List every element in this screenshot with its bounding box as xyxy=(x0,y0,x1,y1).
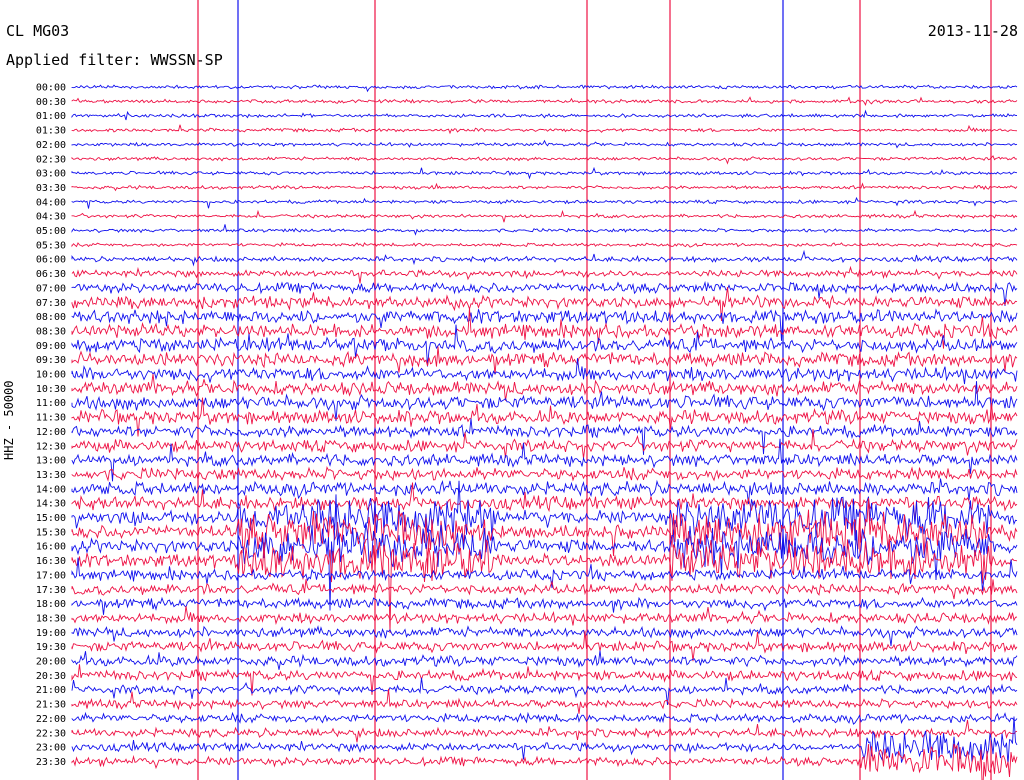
trace-row xyxy=(71,242,1018,248)
row-tick-label: 20:00 xyxy=(36,657,66,668)
trace-row xyxy=(71,124,1018,135)
row-tick-label: 19:30 xyxy=(36,642,66,653)
trace-row xyxy=(71,308,1018,341)
trace-row xyxy=(71,249,1018,267)
trace-row xyxy=(71,688,1018,714)
row-tick-label: 00:00 xyxy=(36,83,66,94)
row-tick-label: 12:00 xyxy=(36,427,66,438)
row-tick-label: 14:30 xyxy=(36,499,66,510)
trace-row xyxy=(71,373,1018,401)
row-tick-label: 22:00 xyxy=(36,714,66,725)
trace-row xyxy=(71,743,1018,780)
row-tick-label: 18:30 xyxy=(36,613,66,624)
row-tick-label: 04:30 xyxy=(36,212,66,223)
trace-row xyxy=(71,711,1018,725)
row-tick-label: 15:30 xyxy=(36,527,66,538)
row-tick-label: 08:00 xyxy=(36,312,66,323)
row-tick-label: 05:30 xyxy=(36,240,66,251)
row-tick-label: 04:00 xyxy=(36,197,66,208)
trace-row xyxy=(71,478,1018,505)
row-tick-label: 10:00 xyxy=(36,370,66,381)
row-tick-label: 13:30 xyxy=(36,470,66,481)
row-tick-label: 11:00 xyxy=(36,398,66,409)
trace-row xyxy=(71,664,1018,696)
trace-row xyxy=(71,397,1018,437)
trace-row xyxy=(71,579,1018,600)
row-tick-label: 19:00 xyxy=(36,628,66,639)
row-tick-label: 14:00 xyxy=(36,484,66,495)
trace-row xyxy=(71,196,1018,209)
row-tick-label: 23:30 xyxy=(36,757,66,768)
trace-row xyxy=(71,677,1018,705)
row-tick-label: 15:00 xyxy=(36,513,66,524)
trace-row xyxy=(71,139,1018,149)
row-tick-label: 23:00 xyxy=(36,743,66,754)
row-tick-label: 09:30 xyxy=(36,355,66,366)
trace-row xyxy=(71,307,1018,349)
row-tick-labels: 00:00 00:30 01:00 01:30 02:00 02:30 03:00 03:30… xyxy=(36,83,66,768)
row-tick-label: 22:30 xyxy=(36,728,66,739)
trace-rows xyxy=(71,84,1018,780)
row-tick-label: 20:30 xyxy=(36,671,66,682)
trace-row xyxy=(71,166,1018,180)
row-tick-label: 10:30 xyxy=(36,384,66,395)
row-tick-label: 03:00 xyxy=(36,169,66,180)
row-tick-label: 17:30 xyxy=(36,585,66,596)
trace-row xyxy=(71,155,1017,165)
row-tick-label: 13:00 xyxy=(36,456,66,467)
trace-row xyxy=(71,650,1018,670)
trace-row xyxy=(71,466,1018,482)
row-tick-label: 06:00 xyxy=(36,255,66,266)
row-tick-label: 00:30 xyxy=(36,97,66,108)
row-tick-label: 21:30 xyxy=(36,700,66,711)
row-tick-label: 03:30 xyxy=(36,183,66,194)
trace-row xyxy=(71,716,1018,765)
trace-row xyxy=(71,96,1018,106)
helicorder-plot: 00:00 00:30 01:00 01:30 02:00 02:30 03:00 03:30… xyxy=(36,0,1018,780)
row-tick-label: 11:30 xyxy=(36,413,66,424)
trace-row xyxy=(71,209,1018,223)
trace-row xyxy=(71,182,1018,192)
trace-row xyxy=(71,84,1018,93)
row-tick-label: 18:00 xyxy=(36,599,66,610)
row-tick-label: 12:30 xyxy=(36,441,66,452)
row-tick-label: 17:00 xyxy=(36,570,66,581)
trace-row xyxy=(71,109,1018,121)
row-tick-label: 05:00 xyxy=(36,226,66,237)
row-tick-label: 07:30 xyxy=(36,298,66,309)
trace-row xyxy=(71,418,1018,455)
trace-row xyxy=(71,224,1018,236)
row-tick-label: 02:30 xyxy=(36,154,66,165)
row-tick-label: 16:30 xyxy=(36,556,66,567)
row-tick-label: 16:00 xyxy=(36,542,66,553)
row-tick-label: 09:00 xyxy=(36,341,66,352)
row-tick-label: 08:30 xyxy=(36,326,66,337)
trace-row xyxy=(71,630,1018,662)
row-tick-label: 06:30 xyxy=(36,269,66,280)
row-tick-label: 01:00 xyxy=(36,111,66,122)
row-tick-label: 07:00 xyxy=(36,283,66,294)
trace-row xyxy=(71,265,1018,284)
row-tick-label: 01:30 xyxy=(36,126,66,137)
row-tick-label: 02:00 xyxy=(36,140,66,151)
trace-row xyxy=(71,606,1018,626)
row-tick-label: 21:00 xyxy=(36,685,66,696)
